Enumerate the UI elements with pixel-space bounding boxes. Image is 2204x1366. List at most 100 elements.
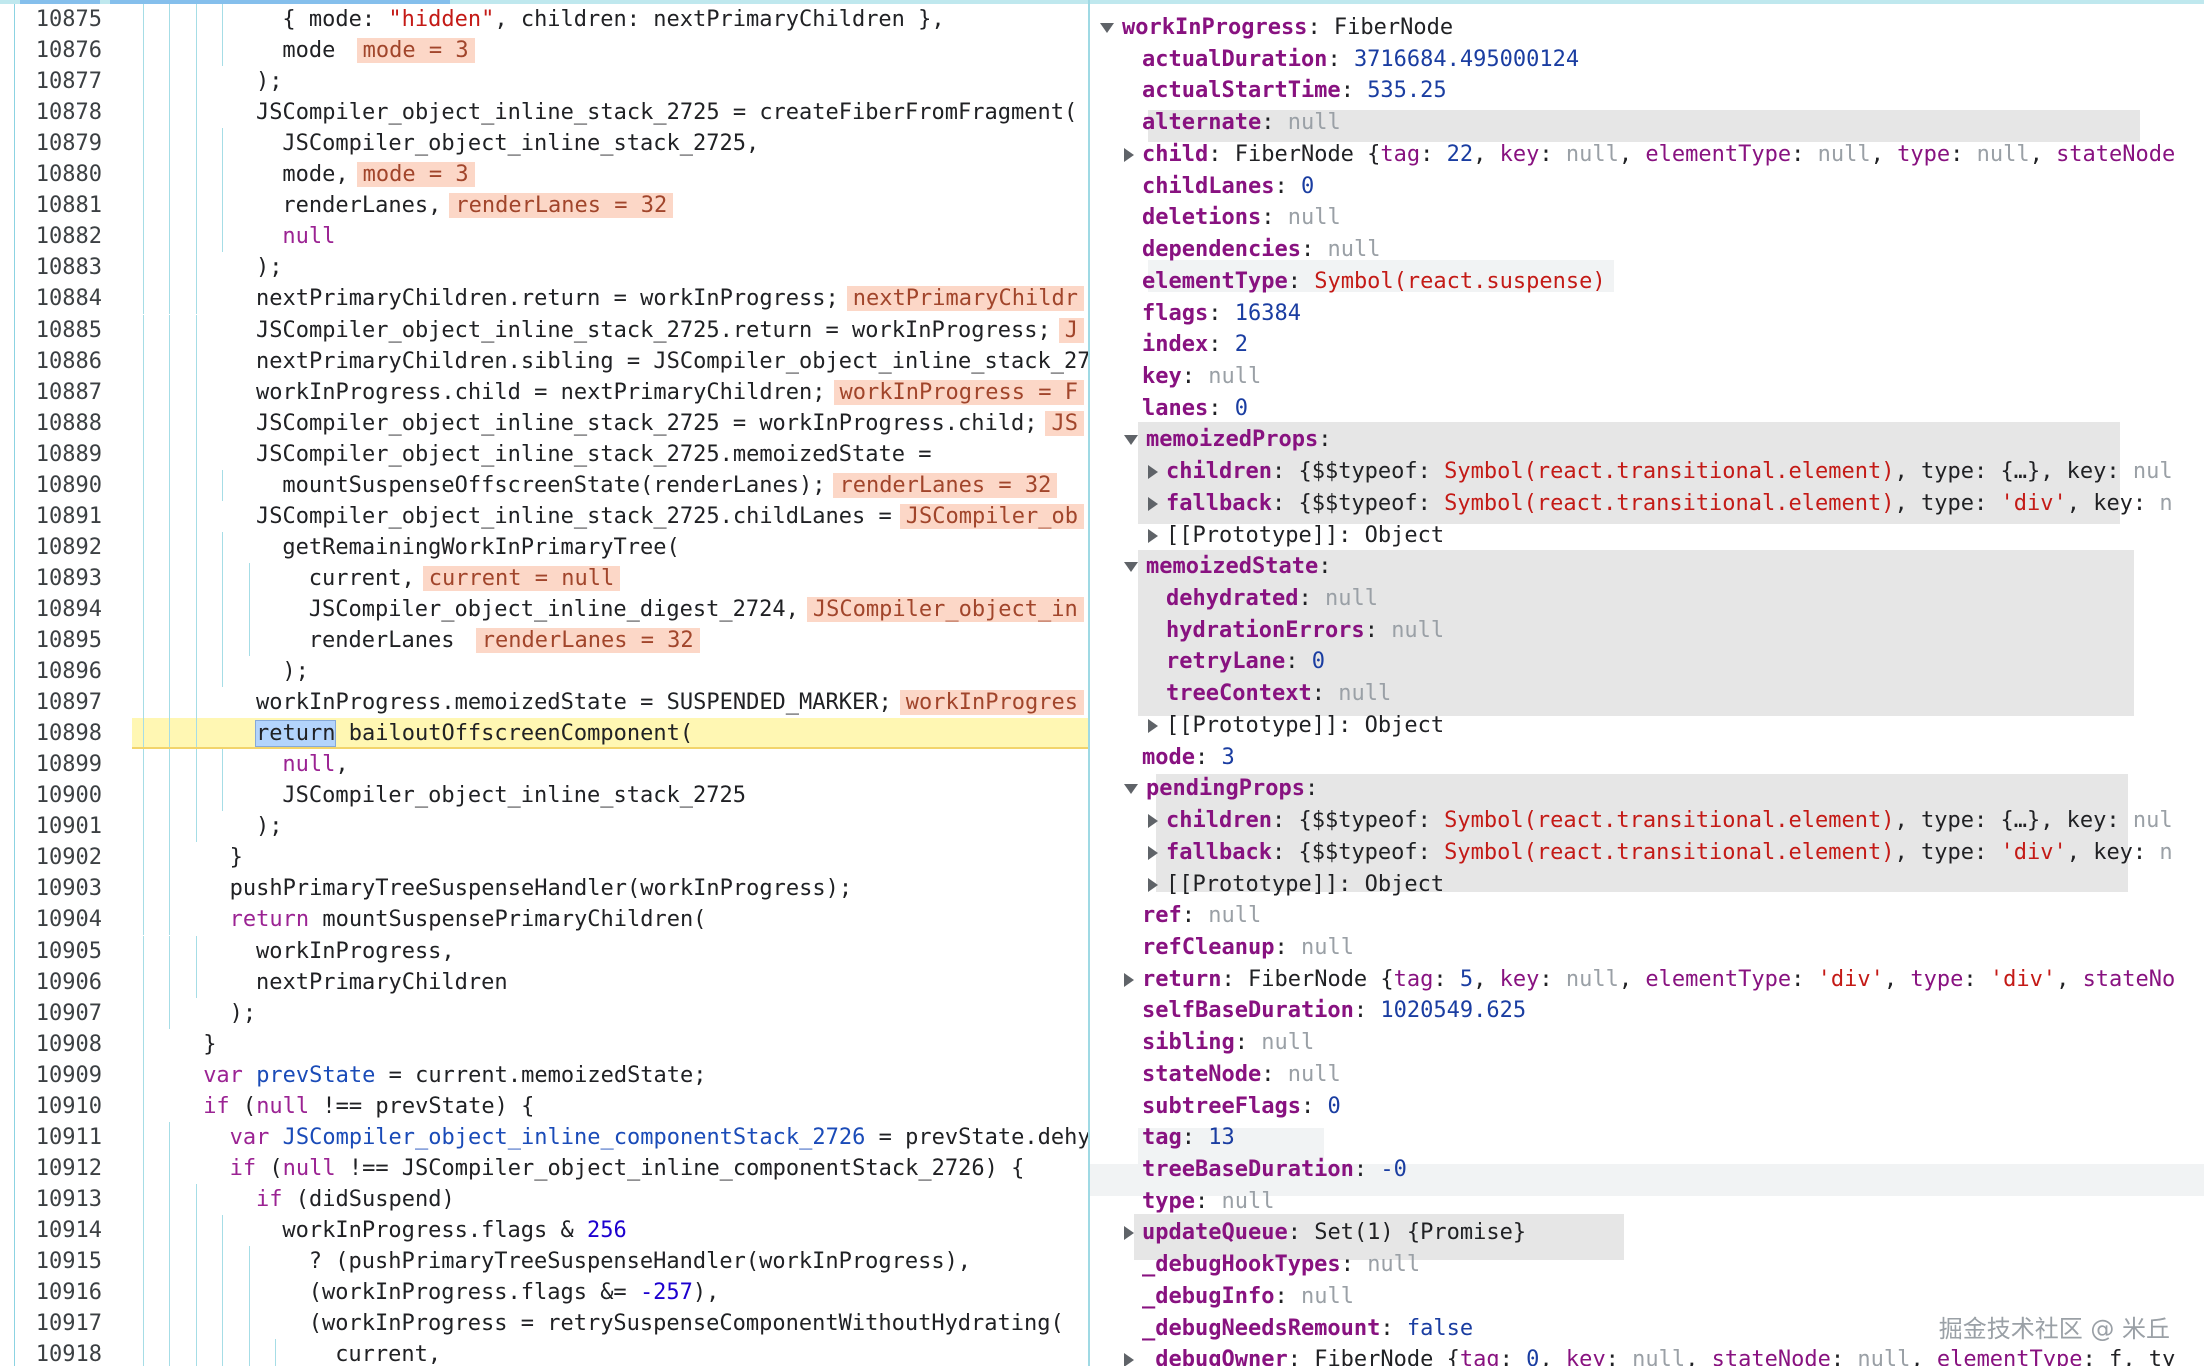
- code-line[interactable]: 10906 nextPrimaryChildren: [0, 966, 1088, 998]
- line-number[interactable]: 10889: [24, 439, 102, 470]
- code-line[interactable]: 10882 null: [0, 221, 1088, 253]
- line-number[interactable]: 10916: [24, 1277, 102, 1308]
- code-line[interactable]: 10915 ? (pushPrimaryTreeSuspenseHandler(w…: [0, 1246, 1088, 1277]
- line-number[interactable]: 10904: [24, 904, 102, 935]
- line-number[interactable]: 10879: [24, 128, 102, 159]
- inline-value-badge[interactable]: JS: [1045, 410, 1084, 436]
- line-number[interactable]: 10899: [24, 749, 102, 780]
- code-line[interactable]: 10875 { mode: "hidden", children: nextPri…: [0, 4, 1088, 35]
- selected-token[interactable]: return: [254, 720, 337, 748]
- disclosure-open-icon[interactable]: [1124, 784, 1138, 795]
- line-number[interactable]: 10908: [24, 1029, 102, 1060]
- code-line[interactable]: 10901);: [0, 811, 1088, 843]
- disclosure-closed-icon[interactable]: [1124, 1226, 1134, 1241]
- inline-value-badge[interactable]: renderLanes = 32: [833, 472, 1058, 498]
- line-number[interactable]: 10915: [24, 1246, 102, 1277]
- line-number[interactable]: 10888: [24, 408, 102, 439]
- code-line[interactable]: 10894 JSCompiler_object_inline_digest_272…: [0, 593, 1088, 625]
- code-line[interactable]: 10908}: [0, 1028, 1088, 1060]
- code-line[interactable]: 10888 JSCompiler_object_inline_stack_2725…: [0, 407, 1088, 439]
- line-number[interactable]: 10884: [24, 283, 102, 314]
- inline-value-badge[interactable]: nextPrimaryChildr: [846, 286, 1084, 312]
- code-line[interactable]: 10878 JSCompiler_object_inline_stack_2725…: [0, 97, 1088, 129]
- disclosure-closed-icon[interactable]: [1124, 1353, 1134, 1366]
- inline-value-badge[interactable]: renderLanes = 32: [449, 193, 674, 219]
- code-line[interactable]: 10877);: [0, 66, 1088, 98]
- scope-row-expandable[interactable]: [[Prototype]]: Object: [1148, 710, 1444, 742]
- code-line[interactable]: 10910 if (null !== prevState) {: [0, 1090, 1088, 1122]
- code-line[interactable]: 10886 nextPrimaryChildren.sibling = JSCom…: [0, 345, 1088, 377]
- disclosure-closed-icon[interactable]: [1148, 496, 1158, 511]
- disclosure-closed-icon[interactable]: [1148, 528, 1158, 543]
- code-line[interactable]: 10916 (workInProgress.flags &= -257),: [0, 1277, 1088, 1309]
- code-line[interactable]: 10911 var JSCompiler_object_inline_compon…: [0, 1121, 1088, 1153]
- code-line[interactable]: 10884 nextPrimaryChildren.return = workIn…: [0, 283, 1088, 315]
- scope-row-expandable[interactable]: return: FiberNode {tag: 5, key: null, el…: [1124, 964, 2175, 996]
- line-number[interactable]: 10891: [24, 501, 102, 532]
- code-line[interactable]: 10905 workInProgress,: [0, 935, 1088, 967]
- code-line[interactable]: 10892 getRemainingWorkInPrimaryTree(: [0, 531, 1088, 563]
- code-line[interactable]: 10896);: [0, 656, 1088, 688]
- code-line[interactable]: 10890 mountSuspenseOffscreenState(renderL…: [0, 469, 1088, 501]
- line-number[interactable]: 10905: [24, 936, 102, 967]
- line-number[interactable]: 10912: [24, 1153, 102, 1184]
- line-number[interactable]: 10901: [24, 811, 102, 842]
- line-number[interactable]: 10909: [24, 1060, 102, 1091]
- line-number[interactable]: 10894: [24, 594, 102, 625]
- code-line[interactable]: 10898 return bailoutOffscreenComponent(: [0, 718, 1088, 750]
- code-line[interactable]: 10899 null,: [0, 749, 1088, 781]
- line-number[interactable]: 10907: [24, 998, 102, 1029]
- code-line[interactable]: 10876 mode mode = 3: [0, 35, 1088, 67]
- line-number[interactable]: 10878: [24, 97, 102, 128]
- line-number[interactable]: 10896: [24, 656, 102, 687]
- scope-row-expandable[interactable]: [[Prototype]]: Object: [1148, 869, 1444, 901]
- line-number[interactable]: 10898: [24, 718, 102, 749]
- line-number[interactable]: 10890: [24, 470, 102, 501]
- code-line[interactable]: 10907);: [0, 997, 1088, 1029]
- inline-value-badge[interactable]: current = null: [422, 565, 621, 591]
- scope-row-expandable[interactable]: updateQueue: Set(1) {Promise}: [1124, 1217, 1526, 1249]
- line-number[interactable]: 10903: [24, 873, 102, 904]
- disclosure-closed-icon[interactable]: [1148, 465, 1158, 480]
- code-line[interactable]: 10912 if (null !== JSCompiler_object_inli…: [0, 1152, 1088, 1184]
- line-number[interactable]: 10887: [24, 377, 102, 408]
- line-number[interactable]: 10900: [24, 780, 102, 811]
- line-number[interactable]: 10885: [24, 315, 102, 346]
- code-line[interactable]: 10881 renderLanes, renderLanes = 32: [0, 190, 1088, 222]
- inline-value-badge[interactable]: JSCompiler_object_in: [806, 596, 1084, 622]
- code-line[interactable]: 10887 workInProgress.child = nextPrimaryC…: [0, 376, 1088, 408]
- line-number[interactable]: 10911: [24, 1122, 102, 1153]
- scope-row-expandable[interactable]: children: {$$typeof: Symbol(react.transi…: [1148, 456, 2173, 488]
- code-line[interactable]: 10891 JSCompiler_object_inline_stack_2725…: [0, 500, 1088, 532]
- disclosure-closed-icon[interactable]: [1148, 718, 1158, 733]
- scope-row-expandable[interactable]: fallback: {$$typeof: Symbol(react.transi…: [1148, 837, 2173, 869]
- code-line[interactable]: 10880 mode, mode = 3: [0, 159, 1088, 191]
- scope-row-expandable[interactable]: child: FiberNode {tag: 22, key: null, el…: [1124, 139, 2175, 171]
- source-code-editor[interactable]: 10875 { mode: "hidden", children: nextPri…: [0, 4, 1088, 1366]
- disclosure-open-icon[interactable]: [1124, 562, 1138, 573]
- scope-row-expandable[interactable]: _debugOwner: FiberNode {tag: 0, key: nul…: [1124, 1344, 2175, 1366]
- line-number[interactable]: 10875: [24, 4, 102, 35]
- line-number[interactable]: 10906: [24, 967, 102, 998]
- code-line[interactable]: 10885 JSCompiler_object_inline_stack_2725…: [0, 314, 1088, 346]
- code-line[interactable]: 10917 (workInProgress = retrySuspenseComp…: [0, 1308, 1088, 1340]
- line-number[interactable]: 10910: [24, 1091, 102, 1122]
- line-number[interactable]: 10883: [24, 252, 102, 283]
- scope-row-expandable[interactable]: fallback: {$$typeof: Symbol(react.transi…: [1148, 488, 2173, 520]
- line-number[interactable]: 10876: [24, 35, 102, 66]
- line-number[interactable]: 10913: [24, 1184, 102, 1215]
- line-number[interactable]: 10886: [24, 346, 102, 377]
- line-number[interactable]: 10902: [24, 842, 102, 873]
- line-number[interactable]: 10895: [24, 625, 102, 656]
- scope-row-expandable[interactable]: pendingProps:: [1124, 773, 1318, 805]
- line-number[interactable]: 10893: [24, 563, 102, 594]
- line-number[interactable]: 10914: [24, 1215, 102, 1246]
- line-number[interactable]: 10881: [24, 190, 102, 221]
- disclosure-closed-icon[interactable]: [1148, 877, 1158, 892]
- inline-value-badge[interactable]: renderLanes = 32: [475, 628, 700, 653]
- code-line[interactable]: 10883);: [0, 252, 1088, 284]
- line-number[interactable]: 10877: [24, 66, 102, 97]
- inline-value-badge[interactable]: JSCompiler_ob: [899, 503, 1084, 529]
- scope-variables-panel[interactable]: workInProgress: FiberNode actualDuration:…: [1090, 4, 2204, 1366]
- code-line[interactable]: 10897 workInProgress.memoizedState = SUSP…: [0, 687, 1088, 719]
